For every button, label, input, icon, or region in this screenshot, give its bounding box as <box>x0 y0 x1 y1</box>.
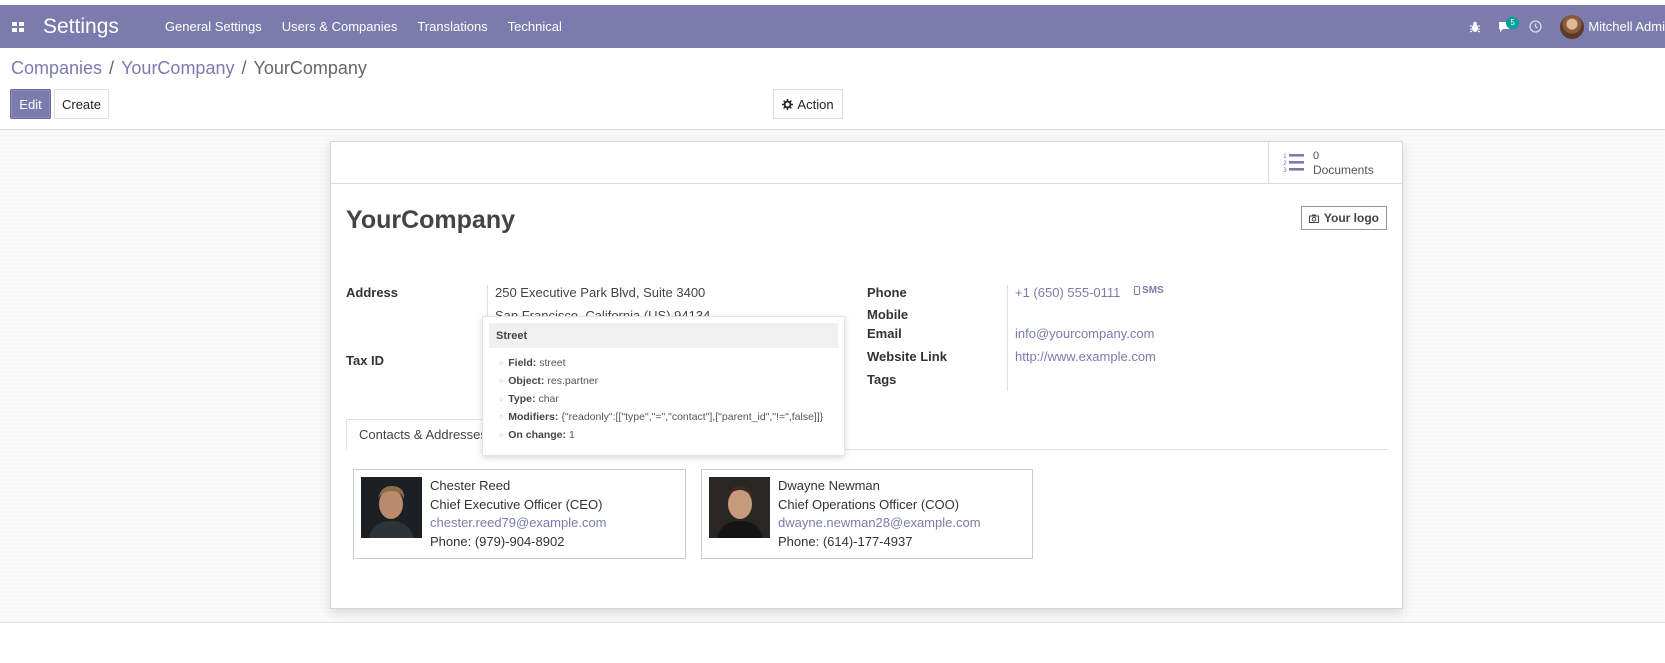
menu-users-companies[interactable]: Users & Companies <box>272 19 408 34</box>
breadcrumb-current: YourCompany <box>253 58 367 78</box>
menu-translations[interactable]: Translations <box>407 19 497 34</box>
tooltip-row: Field:street <box>499 354 838 372</box>
tooltip-row: Type:char <box>499 390 838 408</box>
chat-icon[interactable]: 5 <box>1490 16 1520 33</box>
breadcrumb-yourcompany[interactable]: YourCompany <box>121 58 234 79</box>
action-button-label: Action <box>797 96 834 112</box>
breadcrumb: Companies / YourCompany / YourCompany <box>11 58 367 79</box>
tooltip-details: Field:street Object:res.partner Type:cha… <box>489 354 838 444</box>
menu-general-settings[interactable]: General Settings <box>155 19 272 34</box>
gear-icon <box>782 98 794 110</box>
contact-card[interactable]: Dwayne Newman Chief Operations Officer (… <box>701 469 1033 559</box>
address-label: Address <box>346 285 399 300</box>
sms-label: SMS <box>1142 285 1164 296</box>
user-name: Mitchell Admi <box>1588 19 1665 34</box>
user-menu[interactable]: Mitchell Admi <box>1560 14 1665 39</box>
phone-link[interactable]: +1 (650) 555-0111 <box>1015 285 1120 300</box>
create-button[interactable]: Create <box>54 89 109 119</box>
contact-name: Dwayne Newman <box>778 478 880 493</box>
tooltip-value: 1 <box>569 429 575 441</box>
svg-text:1: 1 <box>1283 153 1287 160</box>
systray: 5 Mitchell Admi <box>1460 5 1665 48</box>
bottom-divider <box>0 622 1665 623</box>
menu-technical[interactable]: Technical <box>498 19 572 34</box>
tooltip-key: Field: <box>508 357 537 369</box>
tab-contacts-addresses[interactable]: Contacts & Addresses <box>346 419 500 450</box>
your-logo-label: Your logo <box>1323 211 1379 225</box>
button-box: 1 2 3 0 Documents <box>331 142 1402 184</box>
tooltip-row: On change:1 <box>499 426 838 444</box>
website-field: http://www.example.com <box>1015 349 1156 364</box>
tooltip-value: street <box>539 357 566 369</box>
record-title: YourCompany <box>346 206 515 234</box>
camera-icon <box>1308 214 1319 223</box>
sms-button[interactable]: SMS <box>1134 285 1164 296</box>
contact-photo <box>361 477 422 538</box>
documents-label: Documents <box>1313 163 1374 177</box>
field-tooltip: Street Field:street Object:res.partner T… <box>482 316 845 456</box>
contact-email[interactable]: chester.reed79@example.com <box>430 515 607 530</box>
tooltip-key: Object: <box>508 375 545 387</box>
tooltip-row: Modifiers:{"readonly":[["type","=","cont… <box>499 408 838 426</box>
mobile-icon <box>1134 286 1141 295</box>
svg-text:3: 3 <box>1283 167 1287 174</box>
svg-text:2: 2 <box>1283 160 1287 167</box>
contact-card[interactable]: Chester Reed Chief Executive Officer (CE… <box>353 469 686 559</box>
street-field[interactable]: 250 Executive Park Blvd, Suite 3400 <box>495 285 705 300</box>
email-field: info@yourcompany.com <box>1015 326 1154 341</box>
documents-smart-button[interactable]: 1 2 3 0 Documents <box>1268 142 1402 184</box>
messages-badge: 5 <box>1506 16 1519 29</box>
app-title[interactable]: Settings <box>43 15 119 39</box>
tax-id-label: Tax ID <box>346 353 385 368</box>
tooltip-row: Object:res.partner <box>499 372 838 390</box>
breadcrumb-companies[interactable]: Companies <box>11 58 102 79</box>
your-logo-button[interactable]: Your logo <box>1300 206 1387 230</box>
clock-icon[interactable] <box>1520 20 1550 33</box>
tooltip-value: {"readonly":[["type","=","contact"],["pa… <box>561 411 824 423</box>
tooltip-value: res.partner <box>547 375 599 387</box>
contact-phone: Phone: (979)-904-8902 <box>430 533 565 549</box>
breadcrumb-separator: / <box>109 58 115 78</box>
avatar <box>1560 14 1585 39</box>
list-numbered-icon: 1 2 3 <box>1283 153 1304 174</box>
email-link[interactable]: info@yourcompany.com <box>1015 326 1154 341</box>
contact-function: Chief Operations Officer (COO) <box>778 496 960 512</box>
tooltip-key: Type: <box>508 393 536 405</box>
documents-count: 0 <box>1313 150 1320 162</box>
mobile-label: Mobile <box>867 307 909 322</box>
tooltip-key: Modifiers: <box>508 411 559 423</box>
phone-field: +1 (650) 555-0111 SMS <box>1015 285 1164 300</box>
breadcrumb-separator: / <box>241 58 247 78</box>
field-divider <box>1007 285 1008 391</box>
tags-label: Tags <box>867 372 897 387</box>
contact-name: Chester Reed <box>430 478 511 493</box>
contact-function: Chief Executive Officer (CEO) <box>430 496 603 512</box>
email-label: Email <box>867 326 902 341</box>
bug-icon[interactable] <box>1460 21 1490 33</box>
action-button[interactable]: Action <box>773 89 843 119</box>
tooltip-value: char <box>538 393 559 405</box>
tooltip-key: On change: <box>508 429 566 441</box>
edit-button[interactable]: Edit <box>10 89 51 119</box>
website-label: Website Link <box>867 349 947 364</box>
phone-label: Phone <box>867 285 907 300</box>
contact-photo <box>709 477 770 538</box>
contact-phone: Phone: (614)-177-4937 <box>778 533 913 549</box>
apps-icon[interactable] <box>0 21 36 32</box>
contact-email[interactable]: dwayne.newman28@example.com <box>778 515 981 530</box>
top-navbar: Settings General Settings Users & Compan… <box>0 5 1665 48</box>
tooltip-title: Street <box>489 323 838 348</box>
website-link[interactable]: http://www.example.com <box>1015 349 1156 364</box>
